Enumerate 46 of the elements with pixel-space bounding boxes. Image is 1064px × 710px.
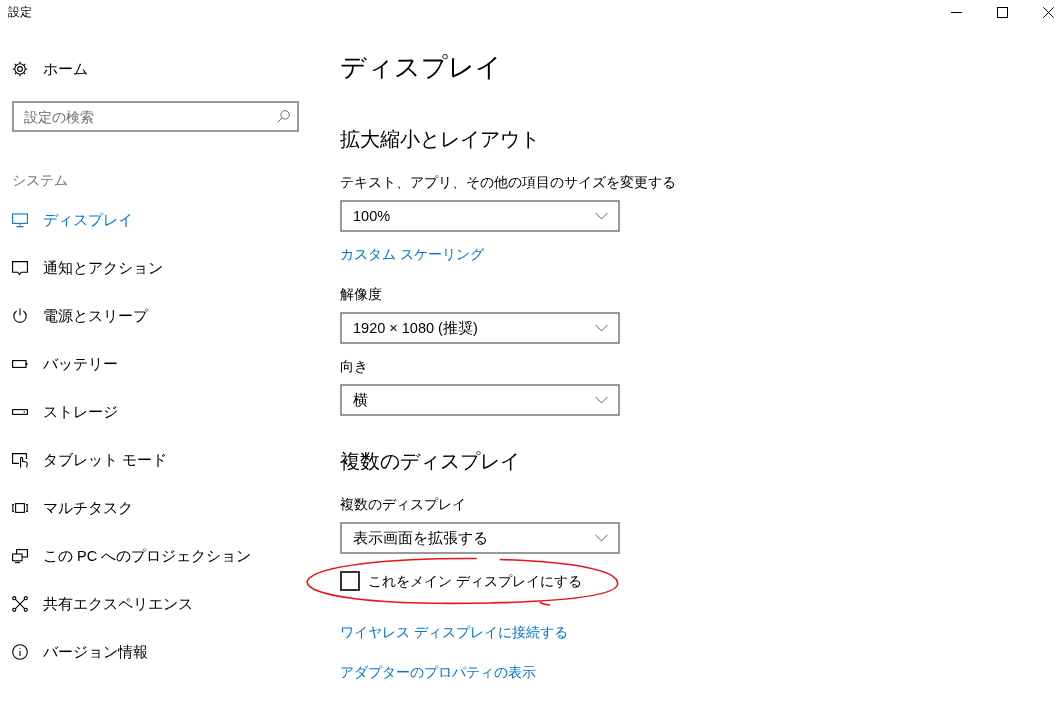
search-field[interactable]: 設定の検索 xyxy=(12,101,299,132)
section-title: システム xyxy=(12,171,68,190)
multitask-icon xyxy=(12,500,28,516)
projection-icon xyxy=(12,548,28,564)
field-label: テキスト、アプリ、その他の項目のサイズを変更する xyxy=(340,173,676,192)
nav-item[interactable]: 通知とアクション xyxy=(0,244,171,292)
chevron-down-icon xyxy=(595,324,608,332)
nav-item[interactable]: バッテリー xyxy=(0,340,126,388)
dropdown[interactable]: 100% xyxy=(340,200,620,232)
settings-icon xyxy=(12,61,28,77)
checkbox-label: これをメイン ディスプレイにする xyxy=(368,572,582,591)
nav-item[interactable]: タブレット モード xyxy=(0,436,176,484)
nav-item[interactable]: バージョン情報 xyxy=(0,628,156,676)
field-label: 向き xyxy=(340,357,368,376)
home-nav-item[interactable]: ホーム xyxy=(0,49,96,89)
page-title: ディスプレイ xyxy=(340,51,502,84)
nav-item[interactable]: 共有エクスペリエンス xyxy=(0,580,201,628)
section-heading: 拡大縮小とレイアウト xyxy=(340,127,540,152)
nav-item[interactable]: 電源とスリープ xyxy=(0,292,156,340)
monitor-icon xyxy=(12,212,28,228)
dropdown[interactable]: 横 xyxy=(340,384,620,416)
nav-item[interactable]: マルチタスク xyxy=(0,484,141,532)
settings-link[interactable]: ワイヤレス ディスプレイに接続する xyxy=(340,622,568,642)
speech-bubble-icon xyxy=(12,260,28,276)
settings-link[interactable]: カスタム スケーリング xyxy=(340,244,484,264)
window-title: 設定 xyxy=(7,4,33,21)
nav-item[interactable]: この PC へのプロジェクション xyxy=(0,532,260,580)
dropdown[interactable]: 表示画面を拡張する xyxy=(340,522,620,554)
chevron-down-icon xyxy=(595,534,608,542)
settings-link[interactable]: アダプターのプロパティの表示 xyxy=(340,662,536,682)
chevron-down-icon xyxy=(595,396,608,404)
info-icon xyxy=(12,644,28,660)
field-label: 解像度 xyxy=(340,285,382,304)
field-label: 複数のディスプレイ xyxy=(340,495,466,514)
checkbox[interactable] xyxy=(340,571,360,591)
dropdown[interactable]: 1920 × 1080 (推奨) xyxy=(340,312,620,344)
chevron-down-icon xyxy=(595,212,608,220)
share-nodes-icon xyxy=(12,596,28,612)
close-icon xyxy=(1042,6,1054,18)
maximize-icon xyxy=(996,6,1008,18)
tablet-touch-icon xyxy=(12,452,28,468)
nav-item[interactable]: ストレージ xyxy=(0,388,126,436)
nav-item[interactable]: ディスプレイ xyxy=(0,196,141,244)
section-heading: 複数のディスプレイ xyxy=(340,449,520,474)
search-icon xyxy=(277,110,290,123)
power-icon xyxy=(12,308,28,324)
